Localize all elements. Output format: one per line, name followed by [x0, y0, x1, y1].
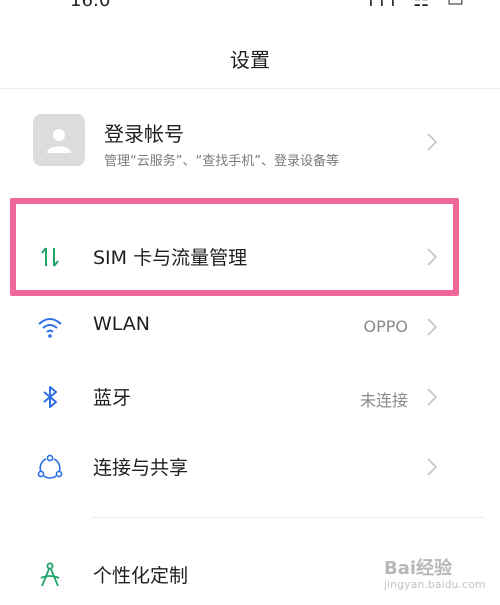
watermark-logo: Bai经验 jingyan.baidu.com [378, 548, 488, 598]
settings-item-label: 蓝牙 [93, 387, 132, 409]
wifi-icon [38, 318, 62, 338]
chevron-right-icon [427, 133, 438, 151]
personalize-icon [40, 562, 60, 587]
status-bar: 16:0 ıll ☷ ▭ [0, 0, 500, 12]
chevron-right-icon [427, 318, 438, 336]
account-login-row[interactable]: 登录帐号 管理“云服务”、“查找手机”、登录设备等 [0, 100, 500, 192]
settings-item-connection-share[interactable]: 连接与共享 [0, 437, 500, 497]
bluetooth-icon [43, 386, 57, 408]
connection-share-icon [37, 454, 63, 479]
account-title: 登录帐号 [104, 122, 184, 146]
account-subtitle: 管理“云服务”、“查找手机”、登录设备等 [104, 154, 339, 169]
settings-item-wlan[interactable]: WLAN OPPO [0, 297, 500, 357]
header-divider [0, 88, 500, 89]
watermark-brand: Bai经验 [384, 558, 453, 579]
page-title: 设置 [230, 48, 270, 72]
settings-item-label: 个性化定制 [93, 565, 189, 587]
watermark-url: jingyan.baidu.com [384, 578, 486, 591]
chevron-right-icon [427, 388, 438, 406]
settings-item-value: OPPO [363, 317, 408, 336]
user-avatar-icon [33, 114, 85, 166]
status-time: 16:0 [70, 0, 111, 11]
status-icons: ıll ☷ ▭ [368, 0, 470, 11]
section-divider [92, 517, 484, 518]
chevron-right-icon [427, 458, 438, 476]
settings-item-bluetooth[interactable]: 蓝牙 未连接 [0, 367, 500, 427]
settings-item-label: 连接与共享 [93, 457, 189, 479]
highlight-box [10, 198, 459, 296]
settings-item-label: WLAN [93, 313, 151, 335]
settings-item-value: 未连接 [359, 391, 408, 410]
